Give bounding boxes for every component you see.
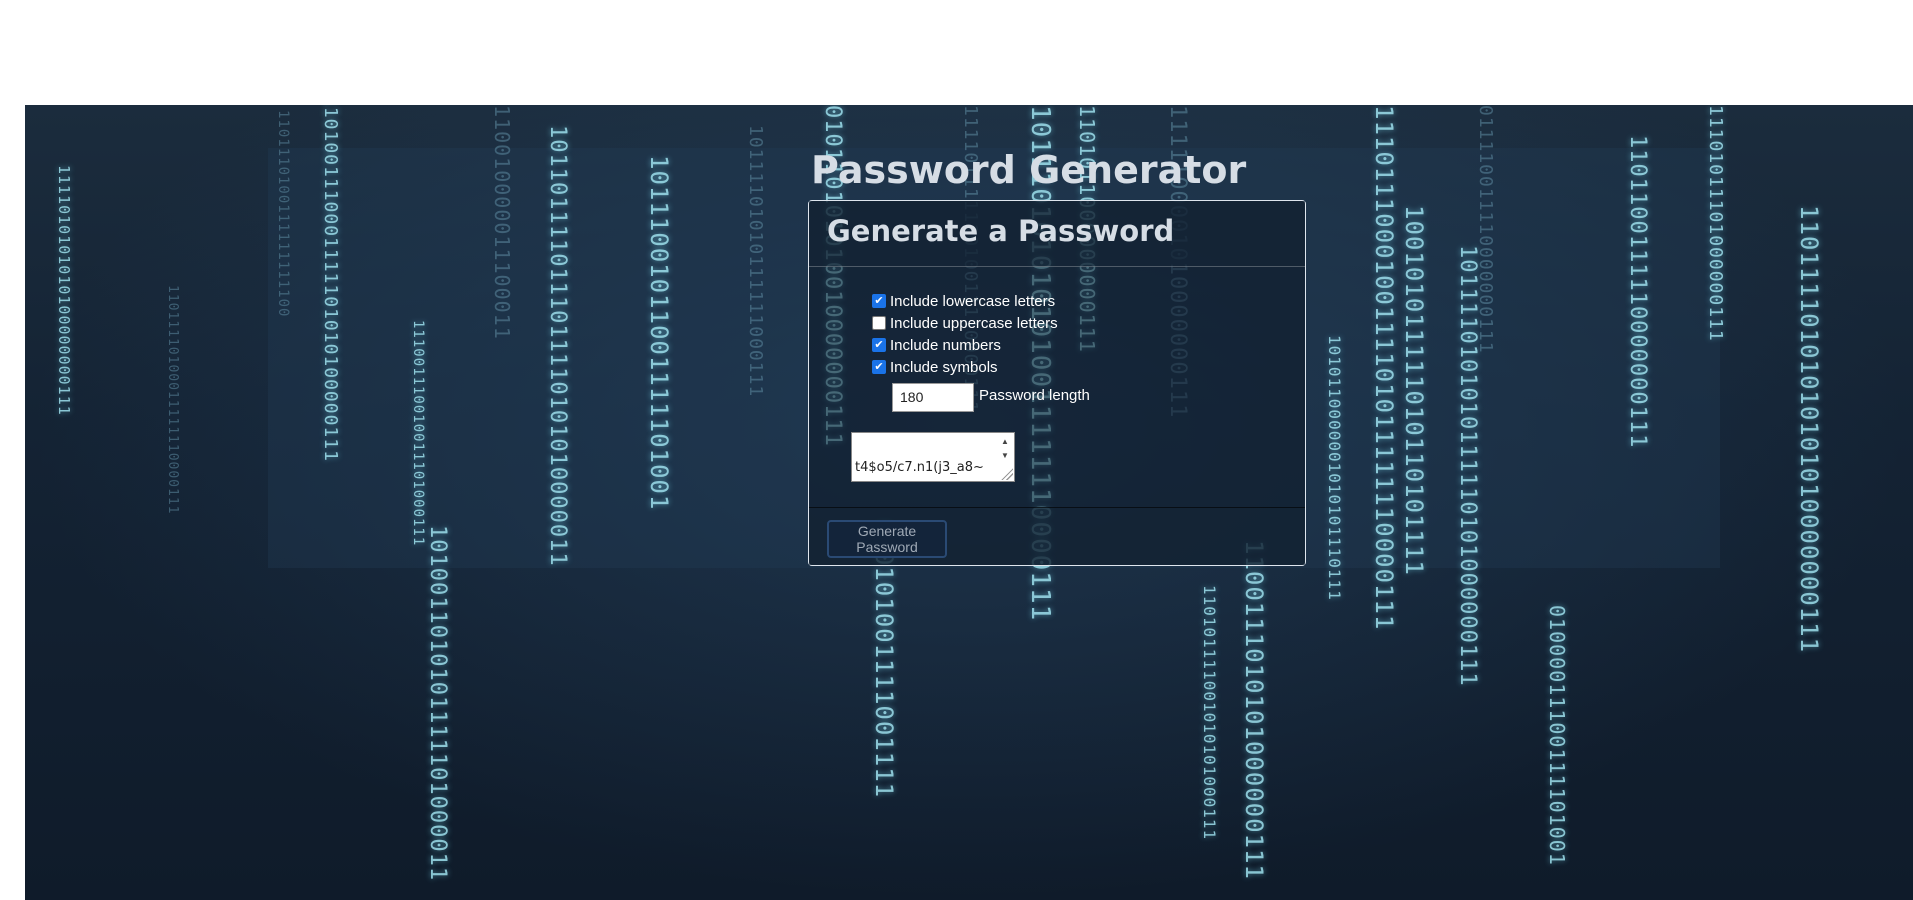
password-output-textarea[interactable]: t4$o5/c7.n1(j3_a8~ ▲ ▼ (851, 432, 1015, 482)
option-uppercase[interactable]: Include uppercase letters (872, 313, 1058, 333)
binary-column: 1011011110111011110101010000011 (545, 125, 570, 567)
binary-column: 1010011010101111101000011 (425, 525, 450, 882)
page-title: Password Generator (811, 148, 1247, 192)
binary-column: 11011110101010101010000000111 (1795, 205, 1823, 654)
symbols-checkbox[interactable]: ✔ (872, 360, 886, 374)
card-footer: Generate Password (809, 507, 1305, 565)
binary-column: 1100111010101000000111 (1240, 540, 1268, 880)
option-lowercase[interactable]: ✔ Include lowercase letters (872, 291, 1055, 311)
password-length-label: Password length (979, 387, 1090, 404)
option-symbols[interactable]: ✔ Include symbols (872, 357, 998, 377)
binary-column: 100101011111010110101111 (1400, 205, 1428, 576)
binary-column: 1110111000100111101011111110000111 (1370, 105, 1398, 631)
numbers-checkbox[interactable]: ✔ (872, 338, 886, 352)
option-label: Include lowercase letters (890, 292, 1056, 310)
option-label: Include symbols (890, 358, 998, 376)
binary-column: 1101110100111111111100 (275, 110, 291, 318)
resize-grip-icon[interactable] (1001, 468, 1013, 480)
option-numbers[interactable]: ✔ Include numbers (872, 335, 1001, 355)
uppercase-checkbox[interactable] (872, 316, 886, 330)
binary-column: 01000011100111101001 (1545, 605, 1569, 866)
option-label: Include uppercase letters (890, 314, 1058, 332)
binary-column: 10111101010111111000111 (745, 125, 766, 398)
card-title: Generate a Password (827, 214, 1175, 248)
generate-password-button[interactable]: Generate Password (827, 520, 947, 558)
binary-column: 1010110000001010101110111 (1325, 335, 1344, 601)
binary-column: 11011110100011111110000111 (165, 285, 180, 515)
binary-column: 1101001110001111101010100000111 (320, 105, 341, 462)
binary-column: 110010000011100011 (490, 105, 514, 340)
generator-card: Generate a Password ✔ Include lowercase … (808, 200, 1306, 566)
binary-column: 1101100111110000000111 (1625, 135, 1650, 449)
binary-column: 1111010101010100000000111 (55, 165, 73, 416)
binary-column: 11101011101000000111 (1705, 105, 1726, 342)
binary-column: 111001110010011101000111 (410, 320, 426, 547)
option-label: Include numbers (890, 336, 1001, 354)
lowercase-checkbox[interactable]: ✔ (872, 294, 886, 308)
scroll-arrows-icon[interactable]: ▲ ▼ (998, 435, 1012, 465)
password-length-input[interactable]: 180 (892, 383, 974, 412)
password-output-text: t4$o5/c7.n1(j3_a8~ (855, 460, 984, 475)
binary-column: 011110011110000000111 (1475, 105, 1496, 354)
card-header: Generate a Password (809, 201, 1305, 267)
binary-column: 110101111001010101000111 (1200, 585, 1219, 841)
binary-column: 10111001011001111101001 (645, 155, 673, 511)
